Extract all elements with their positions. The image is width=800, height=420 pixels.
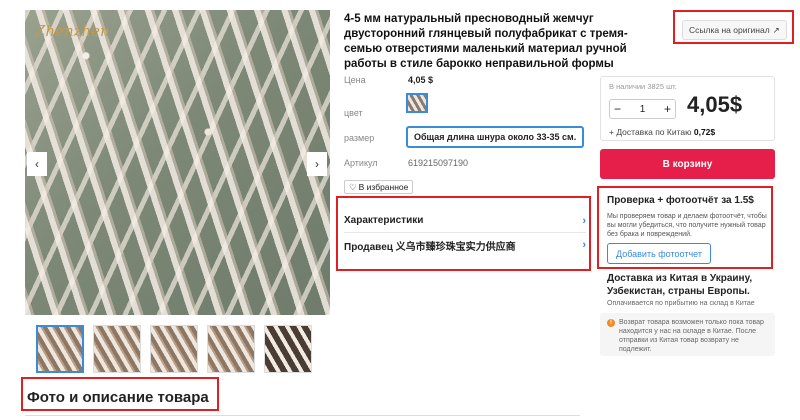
price-value: 4,05 $ <box>408 75 434 85</box>
qty-value[interactable]: 1 <box>640 104 646 115</box>
main-product-image[interactable]: Zhenzhen <box>25 10 330 315</box>
product-title: 4-5 мм натуральный пресноводный жемчуг д… <box>344 13 628 70</box>
size-label: размер <box>344 133 375 143</box>
thumbnail-2[interactable] <box>93 325 141 373</box>
heart-icon: ♡ <box>349 181 357 192</box>
thumbnail-4[interactable] <box>207 325 255 373</box>
color-label: цвет <box>344 108 363 118</box>
delivery-label: + Доставка по Китаю <box>609 127 692 137</box>
thumbnail-5[interactable] <box>264 325 312 373</box>
characteristics-label: Характеристики <box>344 215 424 226</box>
seller-label: Продавец 义乌市臻珍珠宝实力供应商 <box>344 241 516 253</box>
photo-report-title: Проверка + фотоотчёт за 1.5$ <box>607 195 754 206</box>
gallery-prev-button[interactable]: ‹ <box>27 152 47 176</box>
thumbnail-strip <box>36 325 312 373</box>
chevron-right-icon: › <box>582 239 586 251</box>
divider <box>25 415 580 416</box>
add-to-cart-button[interactable]: В корзину <box>600 149 775 179</box>
gallery-next-button[interactable]: › <box>307 152 327 176</box>
original-link-label: Ссылка на оригинал <box>689 25 770 35</box>
shipping-title: Доставка из Китая в Украину, Узбекистан,… <box>607 273 753 297</box>
price-label: Цена <box>344 75 366 85</box>
return-text: Возврат товара возможен только пока това… <box>619 319 764 353</box>
seller-link[interactable]: Продавец 义乌市臻珍珠宝实力供应商 › <box>344 233 586 257</box>
delivery-info: + Доставка по Китаю 0,72$ <box>609 127 715 137</box>
chevron-right-icon: › <box>582 214 586 227</box>
total-price: 4,05$ <box>687 92 743 117</box>
brand-watermark: Zhenzhen <box>35 22 110 40</box>
delivery-value: 0,72$ <box>693 127 716 137</box>
add-photo-report-button[interactable]: Добавить фотоотчет <box>607 243 711 264</box>
arrow-up-right-icon: ↗ <box>772 24 780 35</box>
add-to-favorites-button[interactable]: ♡ В избранное <box>344 180 414 194</box>
article-label: Артикул <box>344 158 378 168</box>
qty-plus-button[interactable]: + <box>664 102 671 116</box>
color-option-swatch[interactable] <box>406 93 428 113</box>
stock-text: В наличии 3825 шт. <box>609 82 677 91</box>
section-title: Фото и описание товара <box>27 389 209 406</box>
shipping-note: Оплачивается по прибытию на склад в Кита… <box>607 300 755 307</box>
original-link-button[interactable]: Ссылка на оригинал ↗ <box>682 20 787 40</box>
thumbnail-3[interactable] <box>150 325 198 373</box>
characteristics-link[interactable]: Характеристики › <box>344 209 586 233</box>
qty-minus-button[interactable]: − <box>614 102 621 116</box>
size-option-button[interactable]: Общая длина шнура около 33-35 см. <box>406 126 585 148</box>
warning-icon: ! <box>607 319 615 327</box>
photo-report-description: Мы проверяем товар и делаем фотоотчёт, ч… <box>607 213 767 238</box>
favorites-label: В избранное <box>358 182 409 192</box>
quantity-stepper: − 1 + <box>609 99 676 119</box>
article-value: 619215097190 <box>408 158 469 168</box>
thumbnail-1[interactable] <box>36 325 84 373</box>
